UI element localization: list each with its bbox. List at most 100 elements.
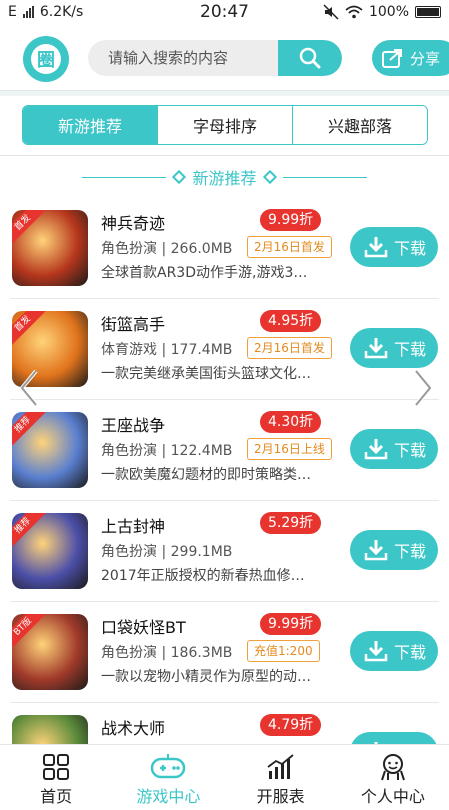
chevron-left-icon xyxy=(19,369,38,407)
game-description: 2017年正版授权的新春热血修… xyxy=(101,568,305,584)
tab-new-games[interactable]: 新游推荐 xyxy=(23,106,158,144)
game-icon[interactable]: 首发 xyxy=(12,210,88,286)
download-icon xyxy=(364,439,388,460)
game-size: 186.3MB xyxy=(170,645,233,661)
ribbon-tag: 推荐 xyxy=(12,412,46,448)
download-label: 下载 xyxy=(394,340,427,359)
game-icon[interactable]: BT版 xyxy=(12,614,88,690)
nav-profile[interactable]: 个人中心 xyxy=(337,745,449,810)
logo-mark: 圈 xyxy=(31,44,61,74)
nav-home-label: 首页 xyxy=(40,787,73,806)
game-row[interactable]: 首发 街篮高手 4.95折 体育游戏 | 177.4MB 2月16日首发 一款完… xyxy=(0,299,449,400)
download-button[interactable]: 下载 xyxy=(350,227,438,267)
prev-arrow[interactable] xyxy=(14,366,44,410)
game-name[interactable]: 王座战争 xyxy=(101,412,165,436)
ribbon-tag: BT版 xyxy=(12,614,46,650)
nav-profile-label: 个人中心 xyxy=(360,787,425,806)
search-input[interactable] xyxy=(88,40,280,76)
game-list: 首发 神兵奇迹 9.99折 角色扮演 | 266.0MB 2月16日首发 全球首… xyxy=(0,198,449,744)
download-label: 下载 xyxy=(394,643,427,662)
title-line-right xyxy=(282,176,367,178)
download-icon xyxy=(364,338,388,359)
download-button[interactable]: 下载 xyxy=(350,530,438,570)
download-label: 下载 xyxy=(394,239,427,258)
app-header: 圈 分享 xyxy=(0,26,449,90)
status-bar: E 6.2K/s 20:47 100% xyxy=(0,0,449,26)
game-meta: 角色扮演 | 122.4MB xyxy=(101,443,233,459)
next-arrow[interactable] xyxy=(408,366,438,410)
game-badge: 2月16日首发 xyxy=(247,236,332,258)
game-icon[interactable] xyxy=(12,715,88,744)
game-category: 体育游戏 xyxy=(101,342,157,358)
header-divider xyxy=(0,90,449,96)
nav-home[interactable]: 首页 xyxy=(0,745,112,810)
chevron-right-icon xyxy=(414,369,433,407)
user-face-icon xyxy=(380,754,405,781)
diamond-icon xyxy=(172,169,187,185)
game-category: 角色扮演 xyxy=(101,443,157,459)
game-badge: 2月16日上线 xyxy=(247,438,332,460)
nav-server-list-label: 开服表 xyxy=(256,787,305,806)
discount-badge: 4.30折 xyxy=(260,411,322,433)
game-row[interactable]: 战术大师 4.79折 下载 xyxy=(0,703,449,744)
game-category: 角色扮演 xyxy=(101,645,157,661)
download-label: 下载 xyxy=(394,542,427,561)
chart-bars-icon xyxy=(267,754,294,779)
game-description: 一款完美继承美国街头篮球文化… xyxy=(101,366,311,382)
tab-alphabetical[interactable]: 字母排序 xyxy=(158,106,293,144)
battery-percent: 100% xyxy=(368,4,409,20)
share-icon xyxy=(382,49,402,68)
game-size: 266.0MB xyxy=(170,241,233,257)
ribbon-tag: 首发 xyxy=(12,210,46,246)
download-button[interactable]: 下载 xyxy=(350,732,438,744)
download-button[interactable]: 下载 xyxy=(350,631,438,671)
ribbon-tag: 推荐 xyxy=(12,513,46,549)
game-badge: 充值1:200 xyxy=(247,640,320,662)
discount-badge: 5.29折 xyxy=(260,512,322,534)
game-row[interactable]: 首发 神兵奇迹 9.99折 角色扮演 | 266.0MB 2月16日首发 全球首… xyxy=(0,198,449,299)
game-meta: 角色扮演 | 299.1MB xyxy=(101,544,233,560)
tab-interest-tribe[interactable]: 兴趣部落 xyxy=(293,106,427,144)
game-size: 177.4MB xyxy=(170,342,233,358)
category-tabs: 新游推荐 字母排序 兴趣部落 xyxy=(22,105,428,145)
discount-badge: 4.95折 xyxy=(260,310,322,332)
search-button[interactable] xyxy=(278,40,342,76)
download-button[interactable]: 下载 xyxy=(350,328,438,368)
game-description: 一款欧美魔幻题材的即时策略类… xyxy=(101,467,311,483)
game-name[interactable]: 战术大师 xyxy=(101,715,165,739)
app-logo[interactable]: 圈 xyxy=(23,36,69,82)
game-icon[interactable]: 推荐 xyxy=(12,412,88,488)
game-name[interactable]: 口袋妖怪BT xyxy=(101,614,186,638)
game-description: 一款以宠物小精灵作为原型的动… xyxy=(101,669,311,685)
game-name[interactable]: 神兵奇迹 xyxy=(101,210,165,234)
discount-badge: 4.79折 xyxy=(260,714,322,736)
game-name[interactable]: 街篮高手 xyxy=(101,311,165,335)
gamepad-icon xyxy=(151,754,186,779)
game-row[interactable]: BT版 口袋妖怪BT 9.99折 角色扮演 | 186.3MB 充值1:200 … xyxy=(0,602,449,703)
nav-game-center[interactable]: 游戏中心 xyxy=(112,745,224,810)
game-row[interactable]: 推荐 上古封神 5.29折 角色扮演 | 299.1MB 2017年正版授权的新… xyxy=(0,501,449,602)
discount-badge: 9.99折 xyxy=(260,613,322,635)
nav-server-list[interactable]: 开服表 xyxy=(225,745,337,810)
home-grid-icon xyxy=(43,754,70,780)
game-description: 全球首款AR3D动作手游,游戏3… xyxy=(101,265,308,281)
download-button[interactable]: 下载 xyxy=(350,429,438,469)
game-badge: 2月16日首发 xyxy=(247,337,332,359)
game-icon[interactable]: 推荐 xyxy=(12,513,88,589)
share-button[interactable]: 分享 xyxy=(372,40,449,76)
mute-icon xyxy=(323,4,339,20)
game-row[interactable]: 推荐 王座战争 4.30折 角色扮演 | 122.4MB 2月16日上线 一款欧… xyxy=(0,400,449,501)
download-icon xyxy=(364,540,388,561)
diamond-icon xyxy=(262,169,277,185)
search-bar xyxy=(88,40,342,76)
wifi-icon xyxy=(345,5,363,19)
game-category: 角色扮演 xyxy=(101,241,157,257)
game-name[interactable]: 上古封神 xyxy=(101,513,165,537)
ribbon-tag: 首发 xyxy=(12,311,46,347)
bottom-nav: 首页 游戏中心 开服表 个人中心 xyxy=(0,744,449,810)
game-category: 角色扮演 xyxy=(101,544,157,560)
discount-badge: 9.99折 xyxy=(260,209,322,231)
search-icon xyxy=(299,47,321,69)
game-meta: 角色扮演 | 266.0MB xyxy=(101,241,233,257)
tabs-divider xyxy=(0,155,449,156)
